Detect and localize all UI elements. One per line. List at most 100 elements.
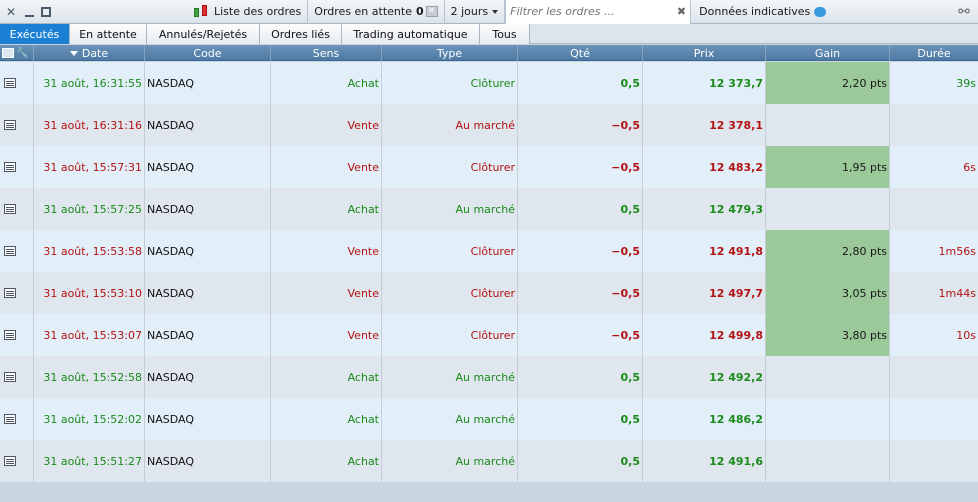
order-details-icon[interactable] [4,372,16,382]
share-icon[interactable]: ⚯ [956,4,972,20]
table-row[interactable]: 31 août, 16:31:55 NASDAQ Achat Clôturer 0,5 1… [0,62,978,104]
cell-qty-text: 0,5 [620,76,641,90]
table-row[interactable]: 31 août, 15:51:27 NASDAQ Achat Au marché 0,5… [0,440,978,482]
cell-side-text: Vente [347,244,380,258]
cell-date-text: 31 août, 16:31:16 [43,118,142,132]
table-row[interactable]: 31 août, 15:52:58 NASDAQ Achat Au marché 0,5… [0,356,978,398]
wrench-icon[interactable]: 🔧 [16,48,28,59]
cell-price: 12 497,7 [643,272,766,314]
order-details-icon[interactable] [4,162,16,172]
cell-type-text: Clôturer [470,286,515,300]
cell-qty-text: 0,5 [620,370,641,384]
table-row[interactable]: 31 août, 15:57:31 NASDAQ Vente Clôturer −0,5… [0,146,978,188]
pending-orders-label: Ordres en attente [314,5,412,18]
cell-type-text: Clôturer [470,160,515,174]
cell-qty: 0,5 [518,356,643,398]
pending-orders-button[interactable]: Ordres en attente 0 ✕ [308,0,445,24]
row-details-cell [0,440,34,482]
cell-price-text: 12 373,7 [709,76,763,90]
tab-all[interactable]: Tous [480,24,530,44]
maximize-icon[interactable] [41,6,51,17]
cell-price: 12 486,2 [643,398,766,440]
cell-code: NASDAQ [145,440,271,482]
info-bubble-icon[interactable] [814,6,827,17]
cell-code-text: NASDAQ [147,286,195,300]
header-icons: 🔧 [0,45,34,61]
tab-linked-orders[interactable]: Ordres liés [260,24,342,44]
order-details-icon[interactable] [4,288,16,298]
column-date[interactable]: Date [34,45,145,61]
column-qty[interactable]: Qté [518,45,643,61]
cell-qty: −0,5 [518,272,643,314]
order-toolbar: ✕ Liste des ordres Ordres en attente 0 ✕… [0,0,978,24]
order-details-icon[interactable] [4,78,16,88]
orders-list-button[interactable]: Liste des ordres [186,0,309,24]
cell-side: Achat [271,440,382,482]
table-row[interactable]: 31 août, 15:53:10 NASDAQ Vente Clôturer −0,5… [0,272,978,314]
cell-duration: 39s [890,62,978,104]
cell-duration-text: 6s [963,160,976,174]
column-side[interactable]: Sens [271,45,382,61]
clear-filter-icon[interactable]: ✖ [677,5,686,18]
table-row[interactable]: 31 août, 16:31:16 NASDAQ Vente Au marché −0,… [0,104,978,146]
table-row[interactable]: 31 août, 15:53:07 NASDAQ Vente Clôturer −0,5… [0,314,978,356]
cell-side: Vente [271,104,382,146]
column-type[interactable]: Type [382,45,518,61]
filter-input[interactable] [510,5,671,18]
tab-pending[interactable]: En attente [70,24,147,44]
cell-gain: 2,80 pts [766,230,890,272]
table-row[interactable]: 31 août, 15:57:25 NASDAQ Achat Au marché 0,5… [0,188,978,230]
cell-qty-text: 0,5 [620,454,641,468]
orders-list-label: Liste des ordres [214,5,302,18]
table-row[interactable]: 31 août, 15:53:58 NASDAQ Vente Clôturer −0,5… [0,230,978,272]
cell-qty: −0,5 [518,104,643,146]
table-row[interactable]: 31 août, 15:52:02 NASDAQ Achat Au marché 0,5… [0,398,978,440]
window-controls: ✕ [0,5,186,19]
cell-gain: 3,80 pts [766,314,890,356]
cell-date: 31 août, 15:52:58 [34,356,145,398]
period-label: 2 jours [450,5,489,18]
row-details-cell [0,188,34,230]
cell-code-text: NASDAQ [147,160,195,174]
order-details-icon[interactable] [4,456,16,466]
column-gain[interactable]: Gain [766,45,890,61]
cell-price: 12 373,7 [643,62,766,104]
cell-price-text: 12 378,1 [709,118,763,132]
order-details-icon[interactable] [4,204,16,214]
cell-qty: −0,5 [518,146,643,188]
cell-gain: 2,20 pts [766,62,890,104]
cell-type: Clôturer [382,314,518,356]
cell-date-text: 31 août, 15:57:31 [43,160,142,174]
order-tabs: Exécutés En attente Annulés/Rejetés Ordr… [0,24,978,44]
column-price[interactable]: Prix [643,45,766,61]
cell-code: NASDAQ [145,314,271,356]
candlestick-icon [192,4,210,20]
order-details-icon[interactable] [4,246,16,256]
minimize-icon[interactable] [25,8,34,17]
tab-automatic-trading[interactable]: Trading automatique [342,24,480,44]
cell-qty-text: −0,5 [611,286,640,300]
cell-code: NASDAQ [145,104,271,146]
cell-price-text: 12 491,6 [709,454,763,468]
cell-price-text: 12 492,2 [709,370,763,384]
cell-date: 31 août, 16:31:16 [34,104,145,146]
order-details-icon[interactable] [4,414,16,424]
cell-gain [766,440,890,482]
cell-code: NASDAQ [145,230,271,272]
column-duration[interactable]: Durée [890,45,978,61]
list-icon[interactable] [2,48,14,58]
tab-cancelled-rejected[interactable]: Annulés/Rejetés [147,24,260,44]
pending-count-badge: 0 [415,5,424,18]
cell-code: NASDAQ [145,188,271,230]
close-icon[interactable]: ✕ [4,5,18,19]
order-details-icon[interactable] [4,330,16,340]
order-details-icon[interactable] [4,120,16,130]
cell-side: Vente [271,230,382,272]
cell-gain: 1,95 pts [766,146,890,188]
table-header: 🔧 Date Code Sens Type Qté Prix Gain Duré… [0,45,978,61]
period-dropdown[interactable]: 2 jours [445,0,506,24]
pending-close-icon[interactable]: ✕ [425,6,438,17]
cell-date-text: 31 août, 15:53:58 [43,244,142,258]
column-code[interactable]: Code [145,45,271,61]
tab-executed[interactable]: Exécutés [0,24,70,44]
